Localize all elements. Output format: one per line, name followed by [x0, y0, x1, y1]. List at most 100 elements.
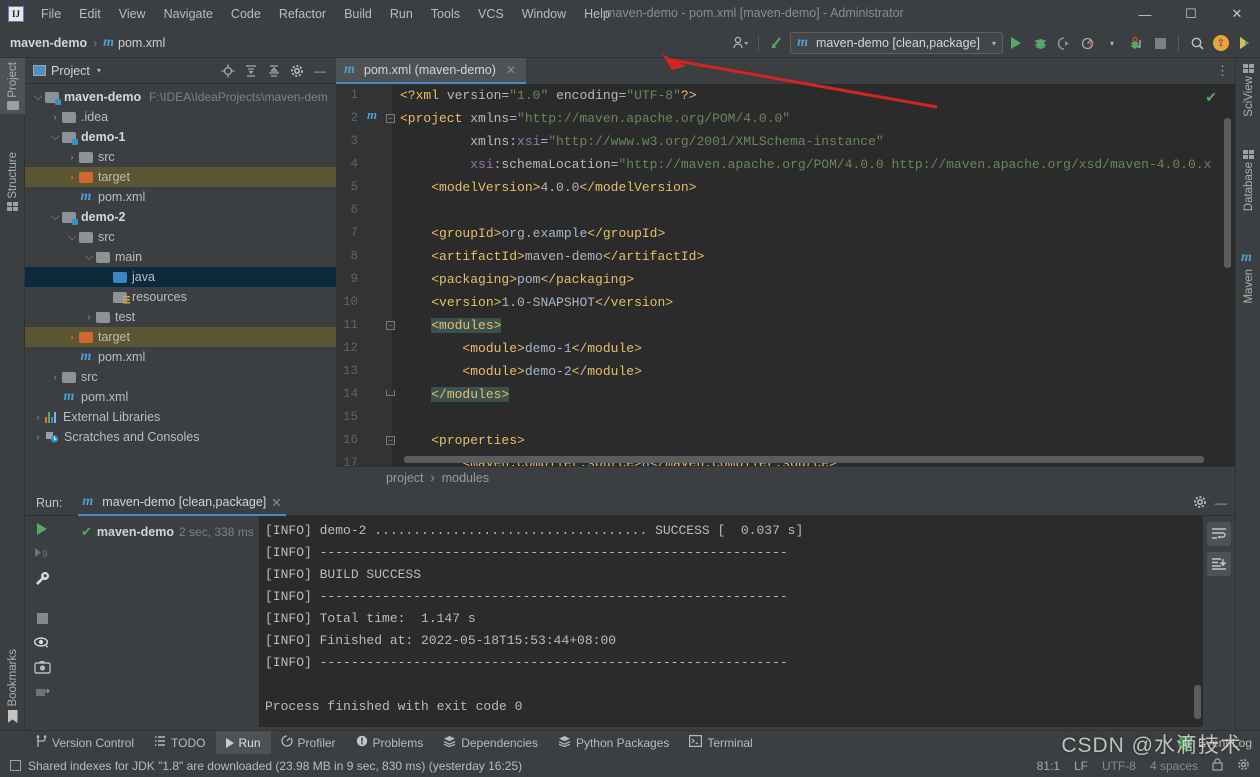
run-with-coverage-icon[interactable]: [1053, 32, 1075, 54]
status-message-area[interactable]: Shared indexes for JDK "1.8" are downloa…: [10, 759, 522, 773]
search-icon[interactable]: [1186, 32, 1208, 54]
settings-gear-icon[interactable]: [1193, 495, 1207, 512]
tree-item-target[interactable]: › target: [25, 327, 336, 347]
bottom-item-python-packages[interactable]: Python Packages: [548, 731, 679, 755]
editor-vertical-scrollbar[interactable]: [1224, 118, 1231, 268]
tree-item-pom-xml[interactable]: m pom.xml: [25, 387, 336, 407]
scroll-to-end-icon[interactable]: [1207, 552, 1231, 576]
chevron-right-icon[interactable]: ›: [65, 332, 79, 342]
event-log-area[interactable]: 1 Event Log: [1177, 735, 1260, 750]
run-tree-row[interactable]: ✔ maven-demo 2 sec, 338 ms: [59, 522, 259, 542]
code-line[interactable]: <modules>: [392, 314, 1235, 337]
menu-run[interactable]: Run: [381, 3, 422, 25]
close-button[interactable]: ✕: [1214, 0, 1260, 28]
code-line[interactable]: <packaging>pom</packaging>: [392, 268, 1235, 291]
run-result-tree[interactable]: ✔ maven-demo 2 sec, 338 ms: [59, 516, 259, 727]
sidebar-item-sciview[interactable]: SciView: [1236, 60, 1260, 121]
file-encoding[interactable]: UTF-8: [1102, 759, 1136, 773]
chevron-right-icon[interactable]: ›: [48, 372, 62, 382]
caret-position[interactable]: 81:1: [1037, 759, 1060, 773]
tree-item-maven-demo[interactable]: ⌵ maven-demo F:\IDEA\IdeaProjects\maven-de…: [25, 87, 336, 107]
code-line[interactable]: xmlns:xsi="http://www.w3.org/2001/XMLSch…: [392, 130, 1235, 153]
editor-tab-actions[interactable]: ⋮: [1216, 58, 1235, 84]
chevron-right-icon[interactable]: ›: [65, 152, 79, 162]
hide-icon[interactable]: —: [310, 61, 330, 81]
tree-item-resources[interactable]: resources: [25, 287, 336, 307]
locate-icon[interactable]: [218, 61, 238, 81]
screenshot-icon[interactable]: [32, 660, 52, 674]
user-avatar-icon[interactable]: [729, 32, 751, 54]
tree-item-demo-1[interactable]: ⌵ demo-1: [25, 127, 336, 147]
attach-debugger-icon[interactable]: [1125, 32, 1147, 54]
code-line[interactable]: <artifactId>maven-demo</artifactId>: [392, 245, 1235, 268]
close-icon[interactable]: ✕: [506, 63, 516, 77]
update-project-icon[interactable]: ⇧: [1210, 32, 1232, 54]
collapse-all-icon[interactable]: [264, 61, 284, 81]
bottom-item-todo[interactable]: TODO: [144, 731, 215, 755]
maven-gutter-icon[interactable]: m: [360, 107, 384, 123]
chevron-right-icon[interactable]: ›: [48, 112, 62, 122]
settings-gear-icon[interactable]: [287, 61, 307, 81]
tab-pom-xml[interactable]: m pom.xml (maven-demo) ✕: [336, 58, 526, 84]
soft-wrap-icon[interactable]: [1207, 522, 1231, 546]
menu-code[interactable]: Code: [222, 3, 270, 25]
code-line[interactable]: <?xml version="1.0" encoding="UTF-8"?>: [392, 84, 1235, 107]
tree-item-src[interactable]: › src: [25, 367, 336, 387]
tree-item-src[interactable]: › src: [25, 147, 336, 167]
code-line[interactable]: xsi:schemaLocation="http://maven.apache.…: [392, 153, 1235, 176]
indent-setting[interactable]: 4 spaces: [1150, 759, 1198, 773]
code-editor[interactable]: 1 m 2 3 4 5 6 7 8 9 10 11 12 13 14 15 16 17 − − − <?xml ver…: [336, 84, 1235, 466]
tree-item--idea[interactable]: › .idea: [25, 107, 336, 127]
menu-navigate[interactable]: Navigate: [155, 3, 222, 25]
bottom-item-problems[interactable]: Problems: [346, 731, 434, 755]
sidebar-item-database[interactable]: Database: [1236, 146, 1260, 215]
settings-gear-icon[interactable]: [1237, 758, 1250, 774]
menu-tools[interactable]: Tools: [422, 3, 469, 25]
console-scrollbar[interactable]: [1194, 685, 1201, 719]
inspection-status-icon[interactable]: ✔: [1205, 89, 1217, 106]
minimize-button[interactable]: —: [1122, 0, 1168, 28]
preview-icon[interactable]: [32, 635, 52, 649]
menu-window[interactable]: Window: [513, 3, 575, 25]
sidebar-item-structure[interactable]: Structure: [0, 148, 25, 215]
tree-item-pom-xml[interactable]: m pom.xml: [25, 347, 336, 367]
chevron-down-icon[interactable]: ⌵: [48, 131, 62, 144]
project-tree[interactable]: ⌵ maven-demo F:\IDEA\IdeaProjects\maven-de…: [25, 84, 336, 447]
chevron-right-icon[interactable]: ›: [31, 412, 45, 422]
breadcrumb-file[interactable]: pom.xml: [118, 36, 165, 50]
sidebar-item-bookmarks[interactable]: Bookmarks: [0, 645, 25, 727]
print-icon[interactable]: [32, 685, 52, 699]
hide-icon[interactable]: —: [1215, 496, 1227, 510]
code-line[interactable]: <project xmlns="http://maven.apache.org/…: [392, 107, 1235, 130]
chevron-down-icon[interactable]: ⌵: [48, 211, 62, 224]
breadcrumb-modules-tag[interactable]: modules: [442, 471, 489, 485]
code-line[interactable]: <module>demo-2</module>: [392, 360, 1235, 383]
code-line[interactable]: [392, 199, 1235, 222]
settings-wrench-icon[interactable]: [32, 571, 52, 587]
ide-feature-icon[interactable]: [1234, 32, 1256, 54]
close-icon[interactable]: ✕: [271, 495, 281, 510]
code-line[interactable]: <module>demo-1</module>: [392, 337, 1235, 360]
run-configuration-selector[interactable]: m maven-demo [clean,package] ▾: [790, 32, 1003, 54]
menu-build[interactable]: Build: [335, 3, 381, 25]
stop-icon[interactable]: [32, 613, 52, 624]
chevron-down-icon[interactable]: ⌵: [31, 91, 45, 104]
bottom-item-profiler[interactable]: Profiler: [271, 731, 346, 755]
tree-item-external-libraries[interactable]: › External Libraries: [25, 407, 336, 427]
event-log-label[interactable]: Event Log: [1198, 736, 1252, 750]
breadcrumb-project-tag[interactable]: project: [386, 471, 424, 485]
lock-icon[interactable]: [1212, 757, 1223, 774]
search-everywhere-icon[interactable]: [766, 32, 788, 54]
code-line[interactable]: <version>1.0-SNAPSHOT</version>: [392, 291, 1235, 314]
code-line[interactable]: <groupId>org.example</groupId>: [392, 222, 1235, 245]
chevron-down-icon[interactable]: ⌵: [82, 251, 96, 264]
chevron-down-icon[interactable]: ⌵: [65, 231, 79, 244]
code-line[interactable]: [392, 406, 1235, 429]
expand-all-icon[interactable]: [241, 61, 261, 81]
chevron-down-icon[interactable]: ▾: [1101, 32, 1123, 54]
tree-item-src[interactable]: ⌵ src: [25, 227, 336, 247]
run-console-output[interactable]: [INFO] demo-2 ..........................…: [259, 516, 1203, 727]
tree-item-java[interactable]: java: [25, 267, 336, 287]
menu-file[interactable]: File: [32, 3, 70, 25]
code-line[interactable]: <properties>: [392, 429, 1235, 452]
